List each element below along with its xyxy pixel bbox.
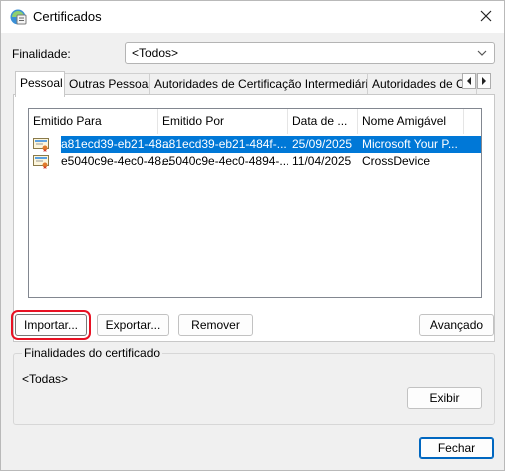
column-label: Data de ...	[292, 114, 348, 128]
view-button[interactable]: Exibir	[407, 387, 482, 409]
column-header-issued-by[interactable]: Emitido Por	[158, 109, 288, 134]
certificates-dialog: Certificados Finalidade: <Todos> Pessoal…	[0, 0, 505, 471]
column-label: Emitido Para	[33, 114, 102, 128]
close-window-button[interactable]	[468, 1, 504, 33]
cell-issued-by: e5040c9e-4ec0-4894-...	[162, 154, 288, 168]
tab-label: Autoridades de Ce	[372, 77, 472, 91]
purpose-dropdown[interactable]: <Todos>	[125, 42, 495, 64]
certificate-icon	[33, 154, 49, 169]
cell-issued-by: a81ecd39-eb21-484f-...	[162, 137, 287, 151]
chevron-down-icon	[476, 47, 488, 59]
close-icon	[480, 10, 492, 25]
title-bar: Certificados	[1, 1, 504, 33]
tab-other-people[interactable]: Outras Pessoas	[64, 73, 154, 95]
certificate-icon	[33, 137, 49, 152]
column-header-expiration-date[interactable]: Data de ...	[288, 109, 358, 134]
table-row[interactable]: e5040c9e-4ec0-48... e5040c9e-4ec0-4894-.…	[29, 153, 481, 170]
certificate-purposes-group: Finalidades do certificado <Todas> Exibi…	[13, 346, 495, 425]
caret-right-icon	[481, 74, 487, 88]
caret-left-icon	[466, 74, 472, 88]
cell-friendly-name: CrossDevice	[362, 154, 431, 168]
tab-label: Pessoal	[20, 76, 63, 90]
table-row[interactable]: a81ecd39-eb21-48... a81ecd39-eb21-484f-.…	[29, 136, 481, 153]
tab-panel-personal: Emitido Para Emitido Por Data de ... Nom…	[13, 94, 495, 342]
cell-friendly-name: Microsoft Your P...	[362, 137, 458, 151]
tab-intermediate-cas[interactable]: Autoridades de Certificação Intermediári…	[149, 73, 381, 95]
cell-date: 11/04/2025	[292, 154, 352, 168]
column-header-friendly-name[interactable]: Nome Amigável	[358, 109, 464, 134]
tab-scroll-right-button[interactable]	[477, 73, 491, 89]
certificates-list[interactable]: Emitido Para Emitido Por Data de ... Nom…	[28, 108, 482, 298]
tab-scroll-left-button[interactable]	[462, 73, 476, 89]
tab-label: Outras Pessoas	[69, 77, 155, 91]
certificate-app-icon	[9, 8, 27, 26]
remove-button[interactable]: Remover	[178, 314, 253, 336]
window-title: Certificados	[33, 9, 102, 24]
import-button[interactable]: Importar...	[11, 310, 91, 340]
column-label: Emitido Por	[162, 114, 225, 128]
group-title: Finalidades do certificado	[22, 346, 163, 360]
cell-date: 25/09/2025	[292, 137, 353, 151]
column-label: Nome Amigável	[362, 114, 447, 128]
purpose-label: Finalidade:	[12, 47, 71, 61]
close-button[interactable]: Fechar	[419, 437, 494, 459]
tab-label: Autoridades de Certificação Intermediári…	[154, 77, 381, 91]
tab-strip: Pessoal Outras Pessoas Autoridades de Ce…	[13, 71, 493, 97]
certificate-purposes-value: <Todas>	[22, 372, 69, 386]
list-header: Emitido Para Emitido Por Data de ... Nom…	[29, 109, 481, 134]
tab-root-cas[interactable]: Autoridades de Ce	[367, 73, 477, 95]
column-header-issued-to[interactable]: Emitido Para	[29, 109, 158, 134]
export-button[interactable]: Exportar...	[97, 314, 169, 336]
purpose-value: <Todos>	[132, 46, 179, 60]
tab-personal[interactable]: Pessoal	[15, 71, 65, 97]
advanced-button[interactable]: Avançado	[419, 314, 494, 336]
